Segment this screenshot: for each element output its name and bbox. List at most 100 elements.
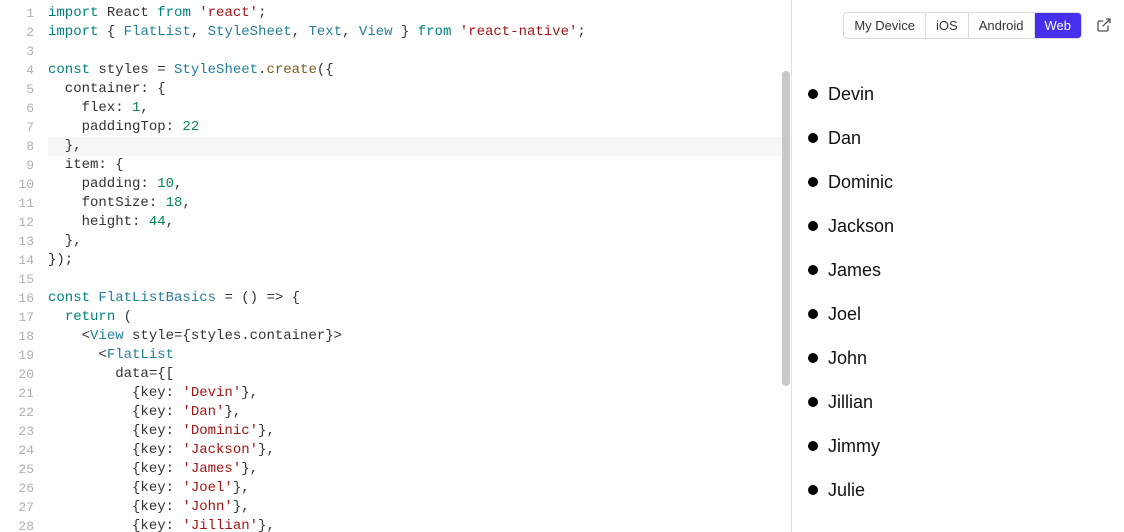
line-number: 17 bbox=[0, 308, 48, 327]
list-item-label: Jillian bbox=[828, 392, 873, 413]
bullet-icon bbox=[808, 89, 818, 99]
list-item-label: Joel bbox=[828, 304, 861, 325]
bullet-icon bbox=[808, 441, 818, 451]
line-number: 28 bbox=[0, 517, 48, 532]
code-line[interactable]: {key: 'John'}, bbox=[48, 498, 791, 517]
line-number: 4 bbox=[0, 61, 48, 80]
line-number: 23 bbox=[0, 422, 48, 441]
code-line[interactable]: {key: 'Joel'}, bbox=[48, 479, 791, 498]
code-line[interactable]: import { FlatList, StyleSheet, Text, Vie… bbox=[48, 23, 791, 42]
open-external-icon[interactable] bbox=[1096, 17, 1112, 33]
bullet-icon bbox=[808, 397, 818, 407]
line-number: 16 bbox=[0, 289, 48, 308]
bullet-icon bbox=[808, 133, 818, 143]
code-line[interactable]: paddingTop: 22 bbox=[48, 118, 791, 137]
code-line[interactable]: {key: 'Jackson'}, bbox=[48, 441, 791, 460]
list-item-label: Julie bbox=[828, 480, 865, 501]
code-line[interactable]: <FlatList bbox=[48, 346, 791, 365]
code-line[interactable] bbox=[48, 42, 791, 61]
code-line[interactable]: return ( bbox=[48, 308, 791, 327]
code-line[interactable]: <View style={styles.container}> bbox=[48, 327, 791, 346]
code-line[interactable]: {key: 'Dominic'}, bbox=[48, 422, 791, 441]
line-number: 2 bbox=[0, 23, 48, 42]
bullet-icon bbox=[808, 265, 818, 275]
line-number: 21 bbox=[0, 384, 48, 403]
list-item: Julie bbox=[806, 468, 1110, 512]
preview-toolbar: My Device iOS Android Web bbox=[792, 0, 1124, 50]
preview-pane: My Device iOS Android Web Devin Dan Dominic Ja… bbox=[791, 0, 1124, 532]
line-number-gutter: 1234567891011121314151617181920212223242… bbox=[0, 0, 48, 532]
list-item: Jackson bbox=[806, 204, 1110, 248]
code-editor[interactable]: 1234567891011121314151617181920212223242… bbox=[0, 0, 791, 532]
code-content[interactable]: import React from 'react';import { FlatL… bbox=[48, 0, 791, 532]
tab-label: My Device bbox=[854, 18, 915, 33]
code-line[interactable]: {key: 'James'}, bbox=[48, 460, 791, 479]
code-line[interactable]: {key: 'Dan'}, bbox=[48, 403, 791, 422]
bullet-icon bbox=[808, 221, 818, 231]
line-number: 10 bbox=[0, 175, 48, 194]
list-item-label: Dan bbox=[828, 128, 861, 149]
tab-ios[interactable]: iOS bbox=[926, 13, 969, 38]
bullet-icon bbox=[808, 485, 818, 495]
line-number: 11 bbox=[0, 194, 48, 213]
list-item: Jillian bbox=[806, 380, 1110, 424]
list-item: Dominic bbox=[806, 160, 1110, 204]
platform-tabs: My Device iOS Android Web bbox=[843, 12, 1082, 39]
code-line[interactable]: container: { bbox=[48, 80, 791, 99]
line-number: 22 bbox=[0, 403, 48, 422]
line-number: 14 bbox=[0, 251, 48, 270]
list-item: John bbox=[806, 336, 1110, 380]
line-number: 6 bbox=[0, 99, 48, 118]
code-line[interactable]: height: 44, bbox=[48, 213, 791, 232]
preview-output: Devin Dan Dominic Jackson James Joel John Jilli… bbox=[792, 50, 1124, 532]
code-line[interactable] bbox=[48, 270, 791, 289]
bullet-icon bbox=[808, 353, 818, 363]
tab-web[interactable]: Web bbox=[1035, 13, 1082, 38]
code-line[interactable]: fontSize: 18, bbox=[48, 194, 791, 213]
line-number: 26 bbox=[0, 479, 48, 498]
line-number: 13 bbox=[0, 232, 48, 251]
line-number: 9 bbox=[0, 156, 48, 175]
list-item-label: Devin bbox=[828, 84, 874, 105]
tab-android[interactable]: Android bbox=[969, 13, 1035, 38]
list-item-label: John bbox=[828, 348, 867, 369]
code-line[interactable]: const styles = StyleSheet.create({ bbox=[48, 61, 791, 80]
list-item-label: Jackson bbox=[828, 216, 894, 237]
line-number: 24 bbox=[0, 441, 48, 460]
code-line[interactable]: const FlatListBasics = () => { bbox=[48, 289, 791, 308]
code-line[interactable]: item: { bbox=[48, 156, 791, 175]
bullet-icon bbox=[808, 309, 818, 319]
line-number: 19 bbox=[0, 346, 48, 365]
list-item: Joel bbox=[806, 292, 1110, 336]
code-line[interactable]: }, bbox=[48, 232, 791, 251]
tab-label: Web bbox=[1045, 18, 1072, 33]
code-line[interactable]: }, bbox=[48, 137, 791, 156]
code-line[interactable]: {key: 'Devin'}, bbox=[48, 384, 791, 403]
list-item-label: Dominic bbox=[828, 172, 893, 193]
list-item: James bbox=[806, 248, 1110, 292]
code-line[interactable]: flex: 1, bbox=[48, 99, 791, 118]
tab-my-device[interactable]: My Device bbox=[844, 13, 926, 38]
code-line[interactable]: data={[ bbox=[48, 365, 791, 384]
line-number: 12 bbox=[0, 213, 48, 232]
code-line[interactable]: {key: 'Jillian'}, bbox=[48, 517, 791, 532]
list-item: Jimmy bbox=[806, 424, 1110, 468]
code-line[interactable]: padding: 10, bbox=[48, 175, 791, 194]
line-number: 5 bbox=[0, 80, 48, 99]
line-number: 15 bbox=[0, 270, 48, 289]
line-number: 8 bbox=[0, 137, 48, 156]
list-item: Dan bbox=[806, 116, 1110, 160]
line-number: 7 bbox=[0, 118, 48, 137]
line-number: 20 bbox=[0, 365, 48, 384]
tab-label: Android bbox=[979, 18, 1024, 33]
list-item-label: James bbox=[828, 260, 881, 281]
code-line[interactable]: import React from 'react'; bbox=[48, 4, 791, 23]
line-number: 3 bbox=[0, 42, 48, 61]
editor-scrollbar-thumb[interactable] bbox=[782, 71, 790, 386]
line-number: 25 bbox=[0, 460, 48, 479]
line-number: 18 bbox=[0, 327, 48, 346]
bullet-icon bbox=[808, 177, 818, 187]
code-line[interactable]: }); bbox=[48, 251, 791, 270]
list-item-label: Jimmy bbox=[828, 436, 880, 457]
line-number: 27 bbox=[0, 498, 48, 517]
